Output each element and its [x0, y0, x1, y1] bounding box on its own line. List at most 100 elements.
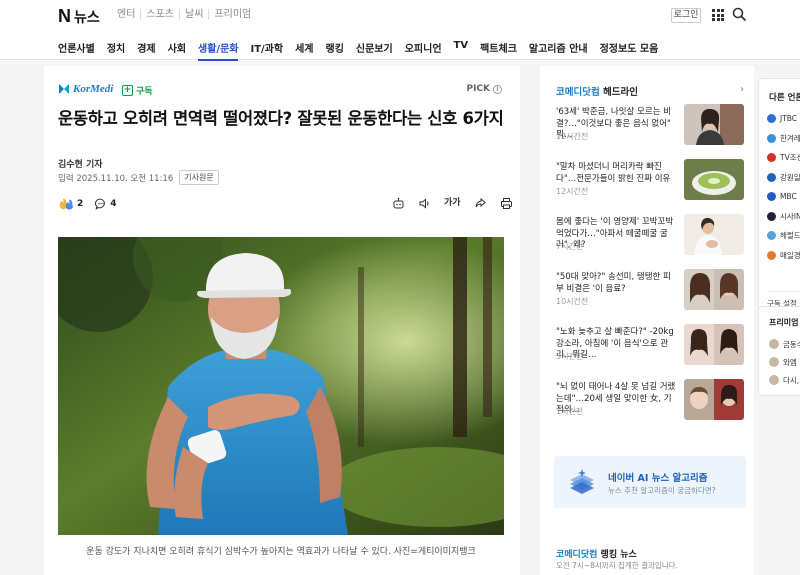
ai-algorithm-banner[interactable]: 네이버 AI 뉴스 알고리즘 뉴스 추천 알고리즘이 궁금하다면?: [554, 456, 746, 508]
headline-item-time: 12시간전: [556, 187, 589, 196]
chevron-right-icon[interactable]: ›: [740, 84, 744, 95]
other-press-name: 매일경제: [780, 250, 800, 260]
headline-section-brand: 코메디닷컴: [556, 87, 600, 98]
premium-item[interactable]: 와엠: [769, 353, 800, 371]
category-tab[interactable]: 사회: [168, 40, 186, 55]
comment-button[interactable]: 4: [95, 198, 117, 210]
press-logo-icon: [767, 250, 776, 260]
headline-item-time: 12시간전: [556, 132, 589, 141]
share-icon[interactable]: [474, 197, 487, 210]
ranking-section-title[interactable]: 코메디닷컴 랭킹 뉴스: [556, 547, 637, 560]
headline-thumbnail[interactable]: [684, 159, 744, 200]
byline[interactable]: 김수현 기자: [58, 157, 103, 170]
headline-item-title[interactable]: "말차 마셨더니 머리카락 빠진다"…전문가들이 밝힌 진짜 이유: [556, 162, 676, 185]
premium-title: 프리미엄 추천: [769, 318, 800, 327]
other-press-item[interactable]: JTBC: [767, 109, 800, 129]
other-press-panel: 다른 언론사 JTBC한겨레TV조선강원일보MBC시사IN헤럴드경제매일경제 구…: [758, 78, 800, 318]
headline-section-label: 헤드라인: [603, 87, 638, 98]
press-logo-icon: [767, 153, 776, 163]
headline-thumbnail[interactable]: [684, 269, 744, 310]
category-tab[interactable]: 오피니언: [405, 40, 442, 55]
category-tab[interactable]: IT/과학: [250, 40, 283, 55]
headline-thumbnail[interactable]: [684, 214, 744, 255]
headline-item[interactable]: "뇌 없이 태어나 4살 못 넘길 거랬는데"…20세 생일 맞이한 女, 기적…: [556, 379, 746, 434]
category-tab[interactable]: 경제: [137, 40, 155, 55]
headline-thumbnail[interactable]: [684, 324, 744, 365]
premium-item-name: 와엠: [783, 357, 797, 367]
premium-item[interactable]: 다시, 사: [769, 371, 800, 389]
reaction-count: 2: [77, 199, 84, 209]
avatar: [769, 339, 779, 349]
news-algorithm-icon: [570, 469, 594, 494]
category-tab[interactable]: TV: [454, 40, 469, 55]
summary-robot-icon[interactable]: [392, 197, 405, 210]
other-press-item[interactable]: 강원일보: [767, 168, 800, 188]
premium-list: 금동수와엠다시, 사: [769, 335, 800, 389]
other-press-name: 한겨레: [780, 133, 800, 143]
print-icon[interactable]: [500, 197, 513, 210]
category-tab[interactable]: 알고리즘 안내: [529, 40, 588, 55]
subscribe-button[interactable]: + 구독: [122, 84, 153, 97]
service-nav-sports[interactable]: 스포츠: [140, 9, 179, 20]
category-tab[interactable]: 신문보기: [356, 40, 393, 55]
search-icon[interactable]: [732, 7, 746, 21]
other-press-item[interactable]: 매일경제: [767, 246, 800, 266]
other-press-list: JTBC 한겨레 TV조선강원일보 MBC 시사IN 헤럴드경제매일경제: [767, 109, 800, 265]
headline-item-time: 3시간전: [556, 352, 584, 361]
other-press-item[interactable]: 헤럴드경제: [767, 226, 800, 246]
service-nav-entertainment[interactable]: 엔터: [112, 9, 140, 20]
other-press-item[interactable]: 시사IN: [767, 207, 800, 227]
headline-list: '63세' 박준금, 나잇살 모르는 비결?…"이것보다 좋은 음식 없어" 뭐…: [556, 104, 746, 434]
category-tab[interactable]: 생활/문화: [198, 40, 239, 61]
kormedi-mark-icon: [59, 84, 69, 94]
reaction-button[interactable]: 2: [58, 198, 83, 210]
headline-item-time: 7시간전: [556, 242, 584, 251]
info-icon: i: [493, 84, 502, 94]
comment-count: 4: [110, 199, 117, 209]
pick-badge[interactable]: PICK i: [466, 84, 502, 94]
ai-banner-title: 네이버 AI 뉴스 알고리즘: [608, 473, 708, 484]
press-logo-icon: [767, 133, 776, 143]
headline-item[interactable]: "노화 늦추고 살 빠준다?" -20kg 강소라, 아침에 '이 음식'으로 …: [556, 324, 746, 379]
date-value: 2025.11.10. 오전 11:16: [76, 173, 174, 184]
article-tools: 가가: [392, 197, 513, 210]
category-tab[interactable]: 정정보도 모음: [600, 40, 659, 55]
category-tab[interactable]: 정치: [107, 40, 125, 55]
category-tab[interactable]: 팩트체크: [480, 40, 517, 55]
headline-item-title[interactable]: "50대 맞아?" 송선미, 탱탱한 피부 비결은 '이 음료?: [556, 272, 676, 295]
headline-item[interactable]: "말차 마셨더니 머리카락 빠진다"…전문가들이 밝힌 진짜 이유 12시간전: [556, 159, 746, 214]
app-grid-icon[interactable]: [712, 9, 724, 21]
other-press-item[interactable]: TV조선: [767, 148, 800, 168]
service-nav-weather[interactable]: 날씨: [179, 9, 208, 20]
press-logo-icon: [767, 211, 776, 221]
headline-item[interactable]: '63세' 박준금, 나잇살 모르는 비결?…"이것보다 좋은 음식 없어" 뭐…: [556, 104, 746, 159]
category-tab[interactable]: 세계: [295, 40, 313, 55]
listen-speaker-icon[interactable]: [418, 197, 431, 210]
press-logo[interactable]: KorMedi: [58, 83, 113, 95]
naver-news-logo[interactable]: N 뉴스: [58, 6, 100, 27]
other-press-name: TV조선: [780, 153, 800, 163]
login-button[interactable]: 로그인: [671, 8, 701, 23]
original-article-button[interactable]: 기사원문: [179, 170, 219, 185]
headline-item[interactable]: "50대 맞아?" 송선미, 탱탱한 피부 비결은 '이 음료? 10시간전: [556, 269, 746, 324]
headline-thumbnail[interactable]: [684, 379, 744, 420]
comment-icon: [95, 198, 106, 210]
headline-item[interactable]: 몸에 좋다는 '이 영양제' 꼬박꼬박 먹었다가…"아파서 떼굴떼굴 굴러", …: [556, 214, 746, 269]
other-press-name: 시사IN: [780, 211, 800, 221]
photo-caption: 운동 강도가 지나치면 오히려 휴식기 심박수가 높아지는 역효과가 나타날 수…: [86, 547, 476, 557]
man-chest-pain-photo: [58, 237, 504, 535]
other-press-item[interactable]: 한겨레: [767, 129, 800, 149]
service-nav: 엔터 스포츠 날씨 프리미엄: [112, 9, 256, 20]
other-press-item[interactable]: MBC: [767, 187, 800, 207]
category-nav: 언론사별 정치 경제 사회 생활/문화 IT/과학 세계 랭킹 신문보기 오피니언 TV 팩트체크 알고…: [0, 32, 800, 61]
headline-section-title[interactable]: 코메디닷컴 헤드라인: [556, 84, 638, 98]
avatar: [769, 357, 779, 367]
premium-item[interactable]: 금동수: [769, 335, 800, 353]
font-size-button[interactable]: 가가: [444, 197, 461, 210]
headline-thumbnail[interactable]: [684, 104, 744, 145]
category-tab[interactable]: 언론사별: [58, 40, 95, 55]
ai-banner-subtitle: 뉴스 추천 알고리즘이 궁금하다면?: [608, 486, 716, 495]
service-nav-premium[interactable]: 프리미엄: [208, 9, 256, 20]
premium-panel: 프리미엄 추천 금동수와엠다시, 사: [758, 306, 800, 396]
category-tab[interactable]: 랭킹: [326, 40, 344, 55]
